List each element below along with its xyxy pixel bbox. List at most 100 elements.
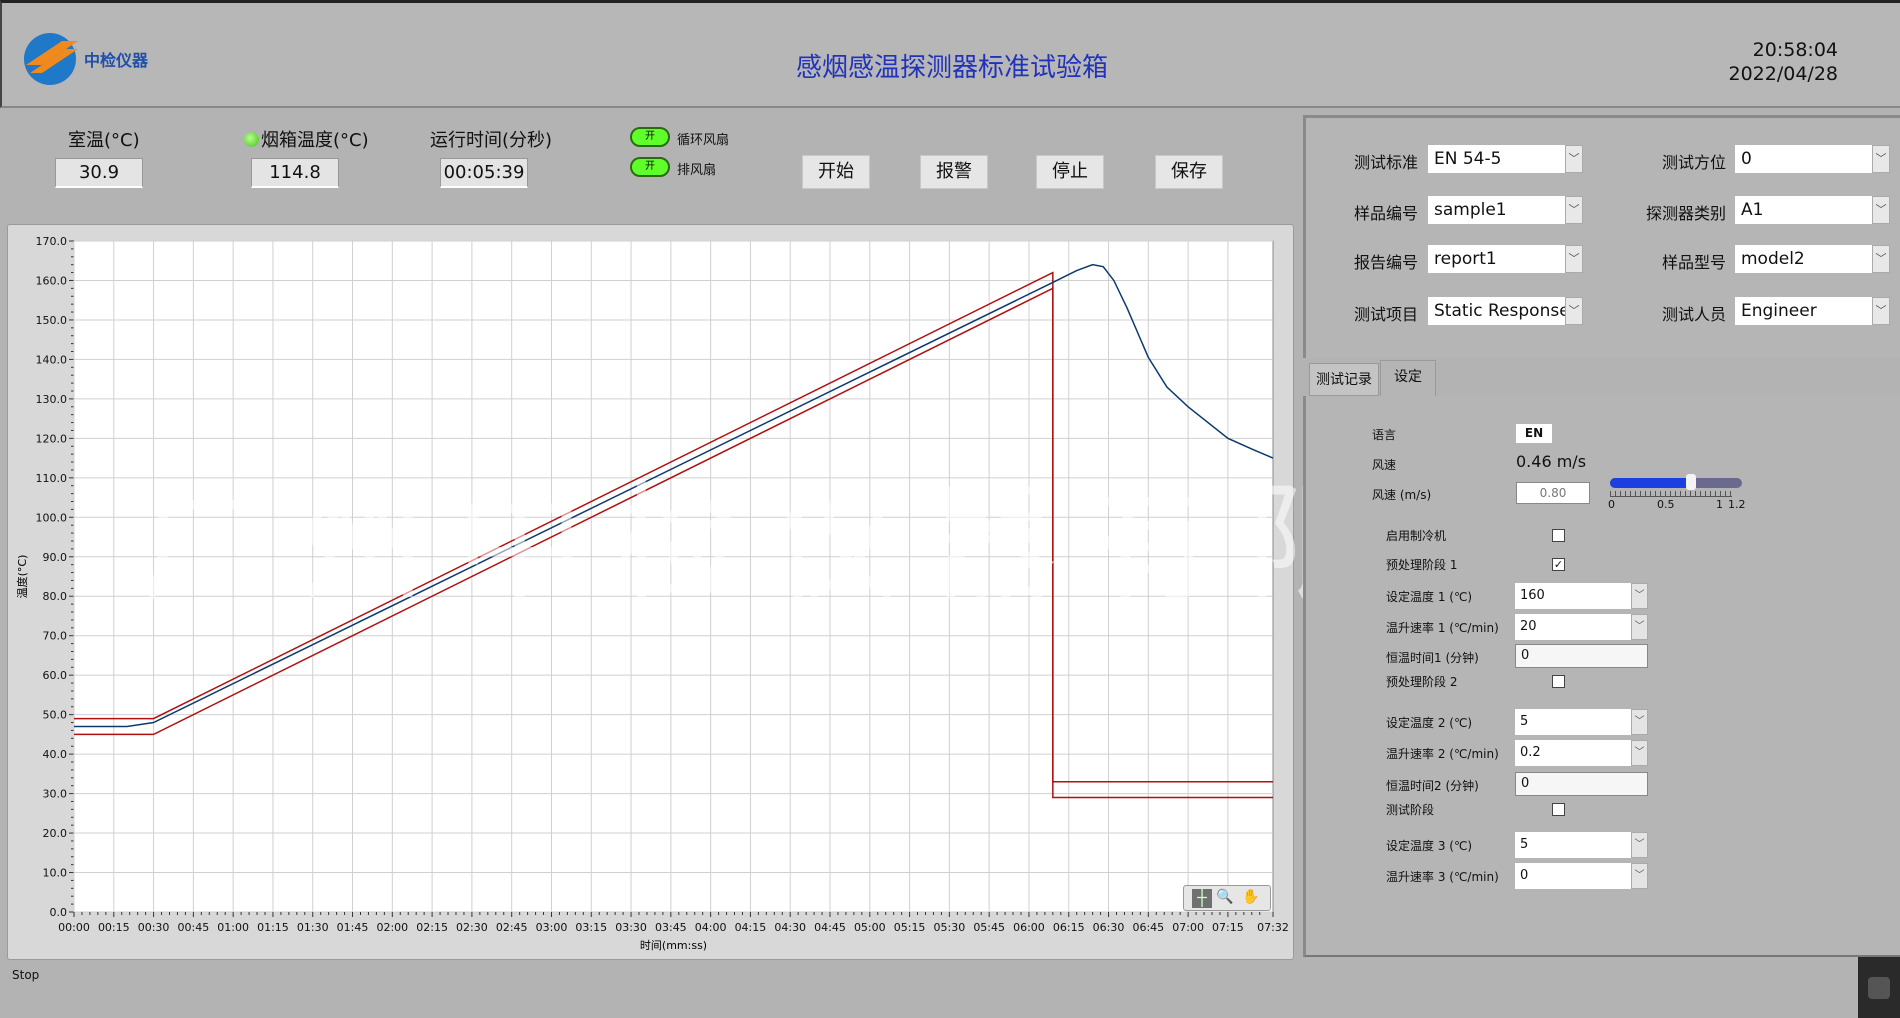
stage1-checkbox[interactable]: ✓ <box>1552 558 1565 571</box>
y-tick-label: 150.0 <box>36 314 68 327</box>
x-tick-label: 06:15 <box>1053 921 1085 934</box>
right-field-dropdown[interactable]: 0 ﹀ <box>1735 145 1890 173</box>
wind-slider-thumb[interactable] <box>1686 474 1697 490</box>
chevron-down-icon[interactable]: ﹀ <box>1631 863 1648 889</box>
hold2-label: 恒温时间2 (分钟) <box>1386 779 1479 793</box>
test-stage-label: 测试阶段 <box>1386 803 1435 817</box>
tab-test-record[interactable]: 测试记录 <box>1309 363 1379 396</box>
slider-scale <box>1610 491 1732 497</box>
chevron-down-icon[interactable]: ﹀ <box>1631 614 1648 640</box>
right-field-label: 测试人员 <box>1661 305 1726 324</box>
set-temp3-label: 设定温度 3 (℃) <box>1386 839 1473 853</box>
chevron-down-icon[interactable]: ﹀ <box>1631 740 1648 766</box>
x-tick-label: 06:30 <box>1093 921 1125 934</box>
dropdown-value: Engineer <box>1741 301 1817 321</box>
set-temp3-dropdown[interactable]: 5 ﹀ <box>1515 832 1648 858</box>
x-tick-label: 05:15 <box>894 921 926 934</box>
run-time-value: 00:05:39 <box>440 158 528 188</box>
zoom-tool-icon[interactable]: 🔍 <box>1216 889 1233 905</box>
run-time-label: 运行时间(分秒) <box>430 130 553 151</box>
set-temp2-label: 设定温度 2 (℃) <box>1386 716 1473 730</box>
y-tick-label: 140.0 <box>36 353 68 366</box>
circulation-fan-toggle[interactable]: 开 <box>630 127 670 147</box>
y-tick-label: 90.0 <box>43 551 68 564</box>
rate1-dropdown[interactable]: 20 ﹀ <box>1515 614 1648 640</box>
rate2-dropdown[interactable]: 0.2 ﹀ <box>1515 740 1648 766</box>
y-tick-label: 60.0 <box>43 669 68 682</box>
chiller-checkbox[interactable] <box>1552 529 1565 542</box>
left-field-dropdown[interactable]: EN 54-5 ﹀ <box>1428 145 1583 173</box>
left-field-dropdown[interactable]: report1 ﹀ <box>1428 245 1583 273</box>
y-tick-label: 20.0 <box>43 827 68 840</box>
x-tick-label: 02:30 <box>456 921 488 934</box>
rate2-label: 温升速率 2 (℃/min) <box>1386 747 1499 761</box>
dropdown-value: 5 <box>1520 837 1529 852</box>
alarm-button[interactable]: 报警 <box>920 155 988 189</box>
pan-hand-icon[interactable]: ✋ <box>1242 889 1259 905</box>
x-tick-label: 01:00 <box>217 921 249 934</box>
chiller-label: 启用制冷机 <box>1386 529 1447 543</box>
tab-settings[interactable]: 设定 <box>1380 360 1436 396</box>
stage2-checkbox[interactable] <box>1552 675 1565 688</box>
y-tick-label: 170.0 <box>36 235 68 248</box>
x-tick-label: 03:00 <box>536 921 568 934</box>
status-led-icon <box>244 132 259 147</box>
left-field-dropdown[interactable]: Static Response ﹀ <box>1428 297 1583 325</box>
chevron-down-icon[interactable]: ﹀ <box>1872 196 1890 224</box>
chevron-down-icon[interactable]: ﹀ <box>1565 196 1583 224</box>
start-button[interactable]: 开始 <box>802 155 870 189</box>
temperature-chart-panel: 0.0 10.0 20.0 30.0 40.0 50.0 60.0 70.0 80.0 90.0 1… <box>7 224 1294 960</box>
chevron-down-icon[interactable]: ﹀ <box>1872 245 1890 273</box>
dropdown-value: 5 <box>1520 714 1529 729</box>
dropdown-value: Static Response <box>1434 301 1570 321</box>
dropdown-value: 0 <box>1741 149 1752 169</box>
stop-button[interactable]: 停止 <box>1036 155 1104 189</box>
plot-area <box>73 240 1274 913</box>
room-temp-label: 室温(°C) <box>68 130 140 151</box>
y-tick-label: 120.0 <box>36 432 68 445</box>
exhaust-fan-toggle[interactable]: 开 <box>630 157 670 177</box>
chevron-down-icon[interactable]: ﹀ <box>1565 297 1583 325</box>
dropdown-value: 160 <box>1520 588 1545 603</box>
y-tick-label: 0.0 <box>50 906 68 919</box>
box-temp-value: 114.8 <box>251 158 339 188</box>
language-button[interactable]: EN <box>1516 424 1552 443</box>
wind-slider[interactable] <box>1610 474 1742 490</box>
rate3-dropdown[interactable]: 0 ﹀ <box>1515 863 1648 889</box>
set-temp1-label: 设定温度 1 (℃) <box>1386 590 1473 604</box>
y-tick-label: 130.0 <box>36 393 68 406</box>
left-field-label: 测试项目 <box>1353 305 1418 324</box>
hold1-input[interactable]: 0 <box>1515 644 1648 668</box>
left-field-label: 报告编号 <box>1353 253 1418 272</box>
x-tick-label: 00:00 <box>58 921 90 934</box>
set-temp1-dropdown[interactable]: 160 ﹀ <box>1515 583 1648 609</box>
cursor-tool-icon[interactable]: ┼ <box>1192 889 1212 908</box>
hold2-input[interactable]: 0 <box>1515 772 1648 796</box>
y-tick-label: 40.0 <box>43 748 68 761</box>
right-field-dropdown[interactable]: model2 ﹀ <box>1735 245 1890 273</box>
right-field-dropdown[interactable]: Engineer ﹀ <box>1735 297 1890 325</box>
dropdown-value: report1 <box>1434 249 1497 269</box>
chevron-down-icon[interactable]: ﹀ <box>1631 709 1648 735</box>
chevron-down-icon[interactable]: ﹀ <box>1872 145 1890 173</box>
slider-tick: 0 <box>1608 498 1615 511</box>
chevron-down-icon[interactable]: ﹀ <box>1631 832 1648 858</box>
set-temp2-dropdown[interactable]: 5 ﹀ <box>1515 709 1648 735</box>
corner-widget[interactable] <box>1858 957 1900 1018</box>
wind-set-input[interactable]: 0.80 <box>1516 482 1590 504</box>
temperature-chart: 0.0 10.0 20.0 30.0 40.0 50.0 60.0 70.0 80.0 90.0 1… <box>15 235 1289 952</box>
dropdown-value: sample1 <box>1434 200 1507 220</box>
left-field-dropdown[interactable]: sample1 ﹀ <box>1428 196 1583 224</box>
wind-label: 风速 <box>1372 458 1397 472</box>
x-tick-label: 05:00 <box>854 921 886 934</box>
slider-tick: 1.2 <box>1728 498 1746 511</box>
chevron-down-icon[interactable]: ﹀ <box>1872 297 1890 325</box>
chevron-down-icon[interactable]: ﹀ <box>1565 145 1583 173</box>
rate3-label: 温升速率 3 (℃/min) <box>1386 870 1499 884</box>
dropdown-value: 0.2 <box>1520 745 1541 760</box>
test-stage-checkbox[interactable] <box>1552 803 1565 816</box>
chevron-down-icon[interactable]: ﹀ <box>1631 583 1648 609</box>
chevron-down-icon[interactable]: ﹀ <box>1565 245 1583 273</box>
save-button[interactable]: 保存 <box>1155 155 1223 189</box>
right-field-dropdown[interactable]: A1 ﹀ <box>1735 196 1890 224</box>
